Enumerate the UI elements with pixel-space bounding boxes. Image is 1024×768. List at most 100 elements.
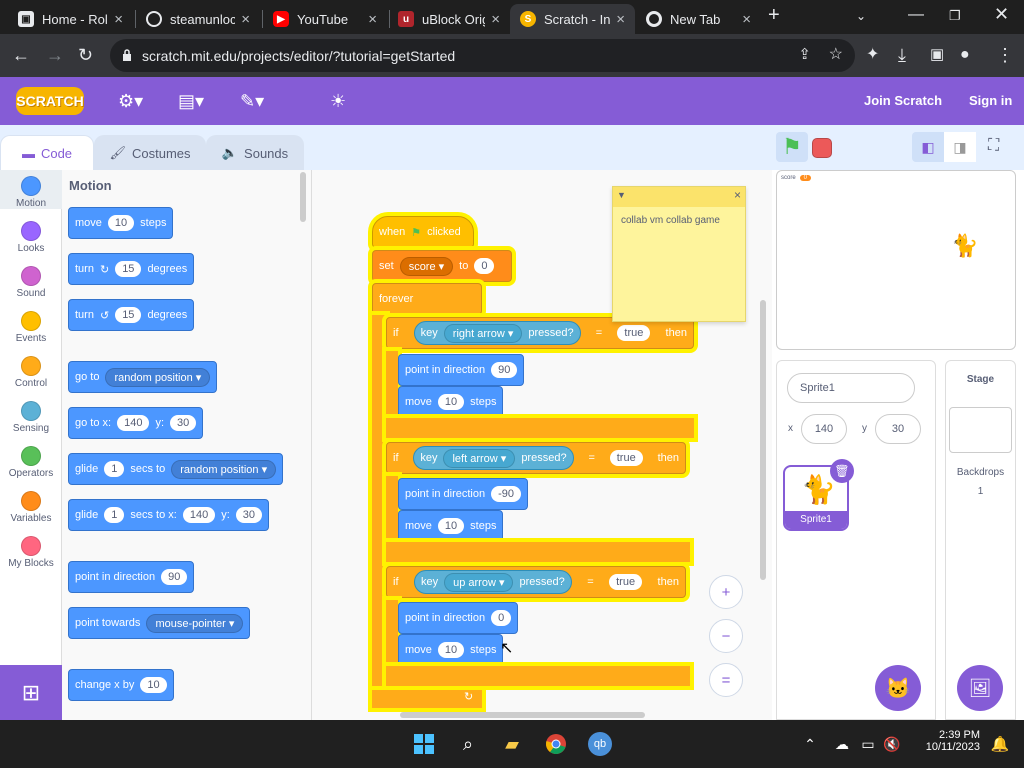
stage-canvas[interactable]: score 0 🐈 <box>776 170 1016 350</box>
browser-tab[interactable]: u uBlock Orig × <box>388 4 510 34</box>
block-glide-xy[interactable]: glide 1 secs to x: 140 y: 30 <box>68 499 270 531</box>
menu-dots-icon[interactable]: ⋮ <box>996 44 1014 66</box>
block-point-direction[interactable]: point in direction -90 <box>398 478 529 510</box>
block-if-then[interactable]: if key left arrow ▾ pressed? = true then <box>386 442 686 474</box>
block-move-steps[interactable]: move 10 steps <box>398 386 504 418</box>
block-turn-right[interactable]: turn ↻ 15 degrees <box>68 253 195 285</box>
category-sensing[interactable]: Sensing <box>0 395 62 434</box>
browser-tab[interactable]: steamunloc × <box>136 4 260 34</box>
block-glide-to[interactable]: glide 1 secs to random position ▾ <box>68 453 284 485</box>
collapse-icon[interactable]: ▼ <box>617 190 626 200</box>
block-input[interactable]: 10 <box>140 677 167 693</box>
block-go-to[interactable]: go to random position ▾ <box>68 361 218 393</box>
block-input[interactable]: true <box>609 574 643 590</box>
block-point-direction[interactable]: point in direction 0 <box>398 602 519 634</box>
block-if-then[interactable]: if key up arrow ▾ pressed? = true then <box>386 566 686 598</box>
block-point-towards[interactable]: point towards mouse-pointer ▾ <box>68 607 251 639</box>
workspace-hscroll[interactable] <box>400 712 645 718</box>
backdrop-thumbnail[interactable] <box>949 407 1012 453</box>
side-panel-icon[interactable]: ▣ <box>930 44 944 66</box>
zoom-in-button[interactable]: + <box>709 575 743 609</box>
tab-sounds[interactable]: 🔈 Sounds <box>206 135 304 170</box>
block-input[interactable]: 0 <box>491 610 512 626</box>
extensions-icon[interactable]: ✦ <box>866 44 879 66</box>
block-dropdown[interactable]: random position ▾ <box>171 459 277 479</box>
sprite-x-field[interactable]: 140 <box>801 414 847 444</box>
file-explorer-icon[interactable]: ▰ <box>496 728 528 760</box>
block-input[interactable]: true <box>617 325 651 341</box>
block-move-steps[interactable]: move 10 steps <box>398 634 504 666</box>
block-input[interactable]: 1 <box>104 461 125 477</box>
sign-in-link[interactable]: Sign in <box>969 93 1012 108</box>
block-input[interactable]: 140 <box>117 415 150 431</box>
block-turn-left[interactable]: turn ↺ 15 degrees <box>68 299 195 331</box>
stop-button[interactable] <box>812 138 832 158</box>
key-dropdown[interactable]: up arrow ▾ <box>444 572 514 592</box>
add-sprite-button[interactable]: 🐱 <box>875 665 921 711</box>
block-go-to-xy[interactable]: go to x: 140 y: 30 <box>68 407 204 439</box>
browser-tab[interactable]: New Tab × <box>636 4 761 34</box>
block-input[interactable]: 15 <box>115 261 142 277</box>
small-stage-button[interactable]: ◧ <box>912 132 944 162</box>
category-my-blocks[interactable]: My Blocks <box>0 530 62 569</box>
close-icon[interactable]: × <box>734 188 741 202</box>
qbittorrent-icon[interactable]: qb <box>584 728 616 760</box>
zoom-out-button[interactable]: − <box>709 619 743 653</box>
delete-sprite-button[interactable]: 🗑 <box>830 459 854 483</box>
profile-icon[interactable]: ● <box>960 44 970 66</box>
variable-dropdown[interactable]: score ▾ <box>399 256 454 276</box>
back-icon[interactable]: ← <box>12 44 30 66</box>
category-sound[interactable]: Sound <box>0 260 62 299</box>
block-point-direction[interactable]: point in direction 90 <box>68 561 195 593</box>
add-extension-button[interactable]: ⊞ <box>0 665 62 720</box>
cat-sprite[interactable]: 🐈 <box>951 233 978 259</box>
key-pressed-block[interactable]: key up arrow ▾ pressed? <box>413 570 572 594</box>
block-input[interactable]: 30 <box>235 507 263 523</box>
block-input[interactable]: 140 <box>182 507 216 523</box>
forward-icon[interactable]: → <box>46 44 64 66</box>
close-window-icon[interactable]: ✕ <box>994 4 1009 25</box>
block-point-direction[interactable]: point in direction 90 <box>398 354 525 386</box>
category-control[interactable]: Control <box>0 350 62 389</box>
close-icon[interactable]: × <box>491 11 500 28</box>
close-icon[interactable]: × <box>368 11 377 28</box>
note-header[interactable]: ▼ × <box>613 187 745 207</box>
block-input[interactable]: 10 <box>437 642 465 658</box>
block-input[interactable]: 0 <box>474 258 495 274</box>
sprite-name-field[interactable]: Sprite1 <box>787 373 915 403</box>
block-input[interactable]: 90 <box>491 362 518 378</box>
clock[interactable]: 2:39 PM 10/11/2023 <box>920 729 980 753</box>
block-dropdown[interactable]: mouse-pointer ▾ <box>146 613 244 633</box>
block-input[interactable]: 10 <box>107 215 135 231</box>
reload-icon[interactable]: ↻ <box>78 44 93 66</box>
key-pressed-block[interactable]: key left arrow ▾ pressed? <box>413 446 574 470</box>
tray-chevron-icon[interactable]: ⌃ <box>794 728 826 760</box>
block-input[interactable]: 15 <box>115 307 142 323</box>
volume-icon[interactable]: 🔇 <box>876 728 908 760</box>
block-input[interactable]: 10 <box>437 518 465 534</box>
block-input[interactable]: -90 <box>491 486 522 502</box>
tutorials-lightbulb-icon[interactable]: ☀ <box>330 91 346 112</box>
bookmark-star-icon[interactable]: ☆ <box>829 44 843 64</box>
close-icon[interactable]: × <box>742 11 751 28</box>
new-tab-icon[interactable]: + <box>768 4 780 27</box>
stage-select-pane[interactable]: Stage Backdrops 1 🖼 <box>945 360 1016 720</box>
block-move-steps[interactable]: move 10 steps <box>68 207 174 239</box>
category-operators[interactable]: Operators <box>0 440 62 479</box>
block-input[interactable]: 1 <box>104 507 125 523</box>
block-input[interactable]: 90 <box>161 569 188 585</box>
tab-search-icon[interactable]: ⌄ <box>856 9 866 23</box>
join-scratch-link[interactable]: Join Scratch <box>864 93 942 108</box>
browser-tab[interactable]: ▣ Home - Rol × <box>8 4 133 34</box>
zoom-reset-button[interactable]: = <box>709 663 743 697</box>
key-pressed-block[interactable]: key right arrow ▾ pressed? <box>413 321 581 345</box>
windows-start-icon[interactable] <box>408 728 440 760</box>
category-looks[interactable]: Looks <box>0 215 62 254</box>
edit-menu-icon[interactable]: ✎▾ <box>240 91 264 112</box>
fullscreen-icon[interactable]: ⛶ <box>988 137 999 155</box>
note-text[interactable]: collab vm collab game <box>613 207 745 234</box>
settings-gear-icon[interactable]: ⚙▾ <box>118 91 143 112</box>
comment-note[interactable]: ▼ × collab vm collab game <box>612 186 746 322</box>
add-backdrop-button[interactable]: 🖼 <box>957 665 1003 711</box>
palette-scrollbar[interactable] <box>300 172 306 222</box>
